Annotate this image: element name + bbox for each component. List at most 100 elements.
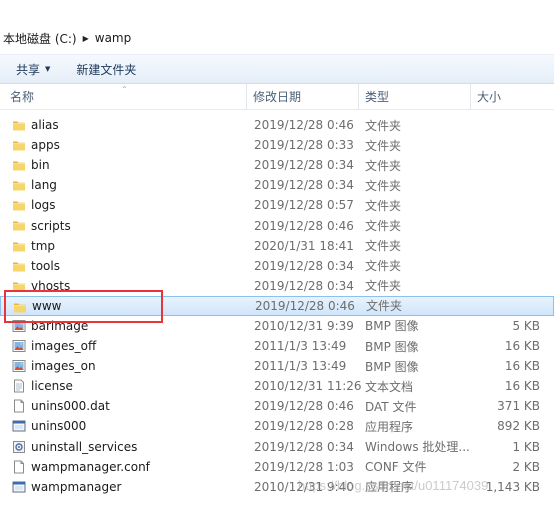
file-type: Windows 批处理... [365,440,470,455]
file-date: 2019/12/28 0:46 [254,218,354,233]
file-type: 文件夹 [366,299,403,314]
list-item[interactable]: wampmanager.conf 2019/12/28 1:03 CONF 文件 2 … [0,457,554,477]
batch-file-icon [12,440,26,454]
file-size: 892 KB [497,419,540,434]
file-date: 2019/12/28 0:57 [254,198,354,213]
file-size: 2 KB [512,459,540,474]
share-label: 共享 [16,62,41,77]
file-date: 2019/12/28 0:34 [254,439,354,454]
share-button[interactable]: 共享 ▼ [8,58,58,80]
file-type: DAT 文件 [365,399,417,414]
file-type: 应用程序 [365,419,414,434]
command-toolbar: 共享 ▼ 新建文件夹 [0,55,554,84]
column-header-size-label: 大小 [477,90,502,104]
sort-ascending-icon: ⌃ [121,85,128,94]
folder-icon [12,198,26,212]
file-size: 1 KB [512,439,540,454]
file-date: 2010/12/31 9:40 [254,479,354,494]
bmp-image-icon [12,319,26,333]
list-item[interactable]: license 2010/12/31 11:26 文本文档 16 KB [0,376,554,396]
file-date: 2020/1/31 18:41 [254,238,354,253]
folder-icon [12,178,26,192]
column-header-type[interactable]: 类型 [359,84,471,110]
list-item[interactable]: alias 2019/12/28 0:46 文件夹 [0,115,554,135]
new-folder-label: 新建文件夹 [76,62,137,77]
list-item[interactable]: tmp 2020/1/31 18:41 文件夹 [0,236,554,256]
list-item[interactable]: vhosts 2019/12/28 0:34 文件夹 [0,276,554,296]
file-date: 2019/12/28 1:03 [254,459,354,474]
folder-icon [12,259,26,273]
column-header-date[interactable]: 修改日期 [247,84,359,110]
list-item[interactable]: logs 2019/12/28 0:57 文件夹 [0,195,554,215]
new-folder-button[interactable]: 新建文件夹 [68,58,144,80]
folder-icon [12,279,26,293]
file-type: BMP 图像 [365,339,419,354]
list-item[interactable]: scripts 2019/12/28 0:46 文件夹 [0,215,554,235]
file-date: 2019/12/28 0:46 [254,118,354,133]
file-name: tools [31,258,60,273]
file-type: BMP 图像 [365,359,419,374]
file-date: 2019/12/28 0:33 [254,138,354,153]
breadcrumb-drive[interactable]: 本地磁盘 (C:) [1,30,79,47]
list-item[interactable]: uninstall_services 2019/12/28 0:34 Windows… [0,437,554,457]
file-size: 16 KB [504,379,540,394]
chevron-down-icon: ▼ [45,65,51,73]
file-size: 5 KB [512,318,540,333]
list-item[interactable]: tools 2019/12/28 0:34 文件夹 [0,256,554,276]
file-date: 2019/12/28 0:34 [254,258,354,273]
folder-icon [12,138,26,152]
file-type: 文件夹 [365,279,402,294]
list-item[interactable]: wampmanager 2010/12/31 9:40 应用程序 1,143 KB [0,477,554,497]
list-item[interactable]: apps 2019/12/28 0:33 文件夹 [0,135,554,155]
breadcrumb-folder[interactable]: wamp [93,31,133,45]
file-name: unins000 [31,419,87,434]
file-name: bin [31,158,50,173]
file-type: 文件夹 [365,158,402,173]
file-name: unins000.dat [31,399,110,414]
file-name: www [32,298,62,313]
address-bar-area: 本地磁盘 (C:) ▶ wamp [0,0,554,55]
folder-icon [12,158,26,172]
file-name: alias [31,118,59,133]
blank-file-icon [12,460,26,474]
file-type: 文件夹 [365,198,402,213]
list-item[interactable]: lang 2019/12/28 0:34 文件夹 [0,175,554,195]
file-type: 文件夹 [365,259,402,274]
list-item-selected[interactable]: www 2019/12/28 0:46 文件夹 [0,295,554,316]
bmp-image-icon [12,359,26,373]
file-size: 1,143 KB [485,479,540,494]
column-header-size[interactable]: 大小 [471,84,554,110]
list-item[interactable]: barimage 2010/12/31 9:39 BMP 图像 5 KB [0,316,554,336]
application-icon [12,419,26,433]
file-type: 文件夹 [365,239,402,254]
list-item[interactable]: images_off 2011/1/3 13:49 BMP 图像 16 KB [0,336,554,356]
column-header-date-label: 修改日期 [253,90,302,104]
list-item[interactable]: images_on 2011/1/3 13:49 BMP 图像 16 KB [0,356,554,376]
file-name: barimage [31,318,89,333]
file-date: 2019/12/28 0:34 [254,158,354,173]
file-name: uninstall_services [31,439,138,454]
file-date: 2019/12/28 0:28 [254,419,354,434]
file-type: BMP 图像 [365,319,419,334]
file-name: wampmanager [31,479,122,494]
list-item[interactable]: bin 2019/12/28 0:34 文件夹 [0,155,554,175]
file-size: 16 KB [504,359,540,374]
file-list: alias 2019/12/28 0:46 文件夹 apps 2019/12/28 0:… [0,115,554,497]
folder-icon [13,300,27,314]
folder-icon [12,239,26,253]
column-header-name-label: 名称 [10,90,35,104]
list-item[interactable]: unins000.dat 2019/12/28 0:46 DAT 文件 371 KB [0,396,554,416]
file-date: 2010/12/31 9:39 [254,318,354,333]
file-date: 2019/12/28 0:46 [255,298,355,313]
folder-icon [12,118,26,132]
file-name: wampmanager.conf [31,459,150,474]
column-header-name[interactable]: 名称 ⌃ [0,84,247,110]
file-name: logs [31,198,56,213]
file-size: 16 KB [504,339,540,354]
breadcrumb-arrow-icon[interactable]: ▶ [83,34,89,43]
list-item[interactable]: unins000 2019/12/28 0:28 应用程序 892 KB [0,416,554,436]
file-type: 文件夹 [365,118,402,133]
address-breadcrumb[interactable]: 本地磁盘 (C:) ▶ wamp [0,27,133,49]
application-icon [12,480,26,494]
folder-icon [12,218,26,232]
